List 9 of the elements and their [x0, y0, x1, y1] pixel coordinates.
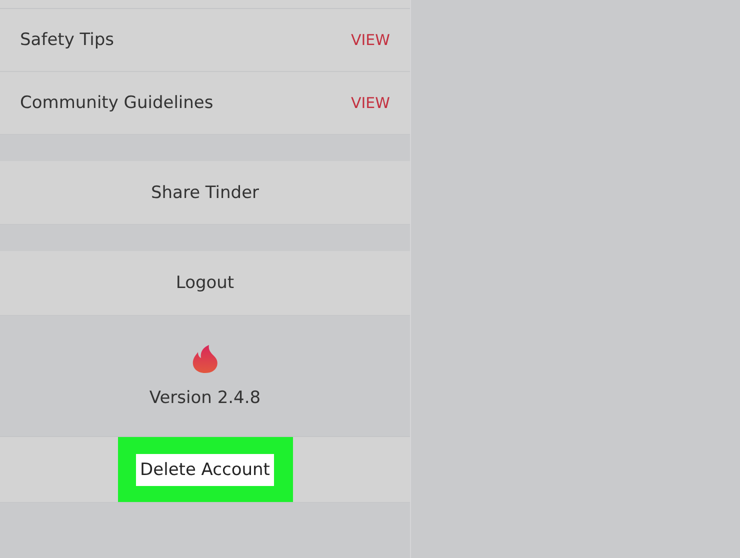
view-link[interactable]: VIEW — [351, 31, 390, 49]
flame-icon — [191, 344, 219, 374]
delete-account-button[interactable]: Delete Account — [136, 454, 274, 486]
version-text: Version 2.4.8 — [149, 388, 261, 408]
view-link[interactable]: VIEW — [351, 94, 390, 112]
logout-button[interactable]: Logout — [168, 269, 242, 297]
share-button[interactable]: Share Tinder — [142, 178, 268, 206]
menu-item-label: Community Guidelines — [20, 93, 214, 113]
menu-item-label: Safety Tips — [20, 30, 114, 50]
